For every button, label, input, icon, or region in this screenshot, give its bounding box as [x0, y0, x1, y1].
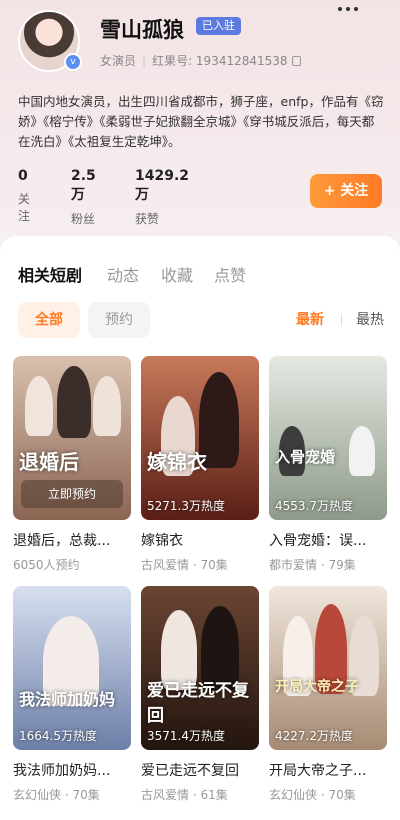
heat-label: 1664.5万热度 — [19, 729, 97, 743]
stat-label: 粉丝 — [71, 212, 96, 226]
drama-poster[interactable]: 开局大帝之子 4227.2万热度 — [269, 586, 387, 750]
profile-meta: 女演员 | 红果号: 193412841538 — [100, 52, 301, 69]
drama-title: 爱已走远不复回 — [141, 763, 239, 779]
follow-button[interactable]: + 关注 — [310, 174, 382, 208]
stat-value: 1429.2万 — [135, 168, 190, 203]
poster-title: 开局大帝之子 — [275, 679, 359, 695]
redbook-id[interactable]: 红果号: 193412841538 — [152, 54, 287, 68]
reserve-button[interactable]: 立即预约 — [21, 480, 123, 508]
poster-title: 爱已走远不复回 — [147, 681, 249, 726]
drama-card[interactable]: 开局大帝之子 4227.2万热度 开局大帝之子... 玄幻仙侠 · 70集 — [269, 586, 387, 803]
sort-hottest[interactable]: 最热 — [356, 302, 384, 338]
drama-subtitle: 玄幻仙侠 · 70集 — [13, 788, 100, 802]
drama-card[interactable]: 入骨宠婚 4553.7万热度 入骨宠婚：误... 都市爱情 · 79集 — [269, 356, 387, 573]
stat-value: 0 — [18, 168, 28, 184]
heat-label: 3571.4万热度 — [147, 729, 225, 743]
tab-updates[interactable]: 动态 — [107, 262, 139, 286]
drama-poster[interactable]: 我法师加奶妈 1664.5万热度 — [13, 586, 131, 750]
drama-title: 退婚后，总裁... — [13, 533, 111, 549]
drama-subtitle: 都市爱情 · 79集 — [269, 558, 356, 572]
stat-fans[interactable]: 2.5万 粉丝 — [71, 168, 96, 227]
drama-poster[interactable]: 入骨宠婚 4553.7万热度 — [269, 356, 387, 520]
drama-poster[interactable]: 爱已走远不复回 3571.4万热度 — [141, 586, 259, 750]
poster-title: 我法师加奶妈 — [19, 690, 116, 709]
verified-icon: v — [64, 53, 82, 71]
sort-latest[interactable]: 最新 — [296, 302, 324, 338]
poster-title: 入骨宠婚 — [275, 448, 336, 466]
more-options-icon[interactable] — [338, 0, 378, 11]
drama-card[interactable]: 嫁锦衣 5271.3万热度 嫁锦衣 古风爱情 · 70集 — [141, 356, 259, 573]
drama-title: 嫁锦衣 — [141, 533, 183, 549]
poster-figure — [25, 376, 53, 436]
poster-title: 退婚后 — [19, 450, 79, 474]
drama-poster[interactable]: 嫁锦衣 5271.3万热度 — [141, 356, 259, 520]
tab-favorites[interactable]: 收藏 — [161, 262, 193, 286]
drama-card[interactable]: 退婚后 立即预约 退婚后，总裁... 6050人预约 — [13, 356, 131, 573]
drama-subtitle: 6050人预约 — [13, 558, 80, 572]
drama-card[interactable]: 爱已走远不复回 3571.4万热度 爱已走远不复回 古风爱情 · 61集 — [141, 586, 259, 803]
profile-bio: 中国内地女演员，出生四川省成都市，狮子座，enfp，作品有《窃娇》《榕宁传》《柔… — [18, 94, 384, 149]
sort-divider — [341, 314, 342, 326]
copy-icon[interactable] — [291, 56, 301, 66]
stat-label: 关注 — [18, 192, 31, 223]
stat-value: 2.5万 — [71, 168, 96, 203]
stat-likes[interactable]: 1429.2万 获赞 — [135, 168, 189, 227]
joined-badge: 已入驻 — [196, 17, 241, 35]
role-label: 女演员 — [100, 54, 137, 68]
drama-title: 我法师加奶妈... — [13, 763, 111, 779]
tab-likes[interactable]: 点赞 — [214, 262, 246, 286]
drama-poster[interactable]: 退婚后 立即预约 — [13, 356, 131, 520]
drama-subtitle: 古风爱情 · 70集 — [141, 558, 228, 572]
poster-figure — [57, 366, 91, 438]
poster-figure — [93, 376, 121, 436]
heat-label: 4553.7万热度 — [275, 499, 353, 513]
drama-title: 入骨宠婚：误... — [269, 533, 367, 549]
poster-figure — [349, 426, 375, 476]
drama-card[interactable]: 我法师加奶妈 1664.5万热度 我法师加奶妈... 玄幻仙侠 · 70集 — [13, 586, 131, 803]
drama-subtitle: 玄幻仙侠 · 70集 — [269, 788, 356, 802]
filter-all[interactable]: 全部 — [18, 302, 80, 338]
drama-title: 开局大帝之子... — [269, 763, 367, 779]
filter-bar: 全部 预约 最新 最热 — [0, 302, 400, 338]
tab-related-dramas[interactable]: 相关短剧 — [18, 262, 82, 286]
stat-following[interactable]: 0 关注 — [18, 168, 30, 224]
poster-title: 嫁锦衣 — [147, 450, 207, 474]
filter-reserve[interactable]: 预约 — [88, 302, 150, 338]
heat-label: 4227.2万热度 — [275, 729, 353, 743]
profile-name: 雪山孤狼 — [100, 18, 184, 42]
stat-label: 获赞 — [135, 212, 160, 226]
heat-label: 5271.3万热度 — [147, 499, 225, 513]
drama-subtitle: 古风爱情 · 61集 — [141, 788, 228, 802]
